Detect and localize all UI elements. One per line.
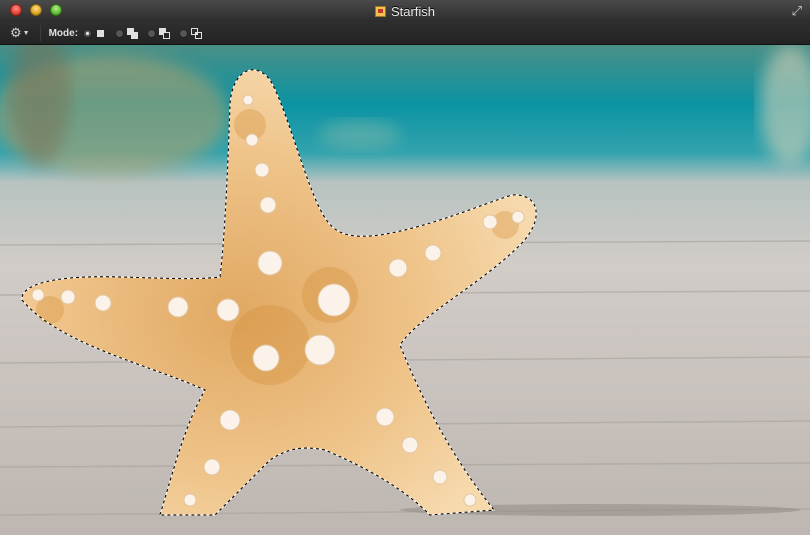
mode-radio-new[interactable]	[83, 28, 93, 38]
app-window: Starfish ⤢ ⚙ ▼ Mode:	[0, 0, 810, 535]
image-document-icon[interactable]	[374, 5, 386, 17]
actions-menu-button[interactable]: ⚙ ▼	[10, 25, 30, 41]
chevron-down-icon: ▼	[22, 29, 30, 37]
toolbar: ⚙ ▼ Mode:	[0, 22, 810, 45]
window-title: Starfish	[390, 3, 436, 19]
mode-option-subtract[interactable]	[147, 27, 171, 39]
mode-option-intersect[interactable]	[179, 27, 203, 39]
mode-option-add[interactable]	[115, 27, 139, 39]
toolbar-divider	[39, 25, 41, 41]
mode-radio-add[interactable]	[115, 28, 125, 38]
starfish-photo	[0, 45, 810, 535]
title-group: Starfish	[0, 0, 810, 22]
mode-radio-intersect[interactable]	[179, 28, 189, 38]
subtract-selection-icon	[159, 27, 171, 39]
mode-option-new[interactable]	[83, 28, 106, 39]
title-bar[interactable]: Starfish ⤢	[0, 0, 810, 23]
add-selection-icon	[127, 27, 139, 39]
mode-label: Mode:	[48, 27, 79, 39]
image-canvas[interactable]	[0, 45, 810, 535]
fullscreen-icon[interactable]: ⤢	[792, 4, 802, 17]
new-selection-icon	[95, 28, 106, 39]
intersect-selection-icon	[191, 27, 203, 39]
gear-icon: ⚙	[10, 25, 22, 40]
mode-radio-subtract[interactable]	[147, 28, 157, 38]
